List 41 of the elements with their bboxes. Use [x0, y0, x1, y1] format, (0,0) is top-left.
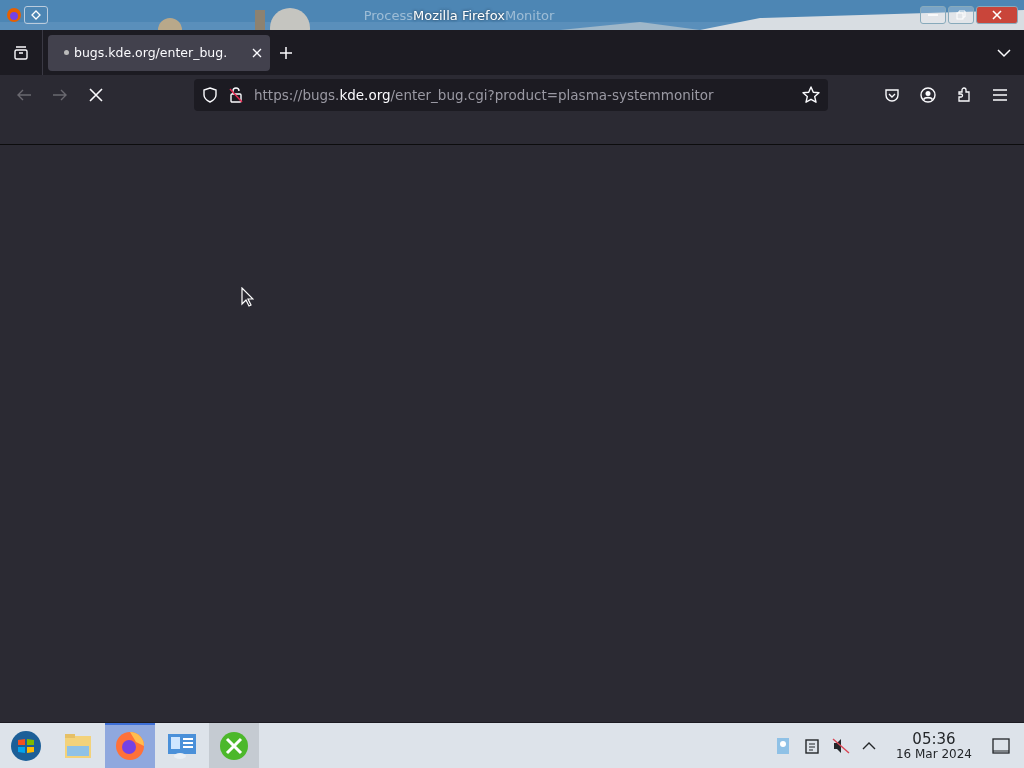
- close-icon: [992, 10, 1002, 20]
- show-desktop-button[interactable]: [992, 737, 1010, 754]
- window-menu-button[interactable]: [24, 6, 48, 24]
- diamond-icon: [31, 10, 41, 20]
- tools-app-button[interactable]: [209, 723, 259, 768]
- account-icon: [920, 87, 936, 103]
- clock-date: 16 Mar 2024: [895, 746, 972, 761]
- puzzle-icon: [956, 87, 972, 103]
- tab-close-button[interactable]: [252, 47, 262, 58]
- shield-icon: [202, 87, 218, 103]
- tray-icon: [13, 44, 29, 61]
- chevron-up-icon[interactable]: [861, 740, 876, 751]
- close-icon: [252, 47, 262, 58]
- windows-logo-icon: [10, 729, 42, 762]
- plus-icon: [279, 45, 293, 60]
- firefox-icon: [6, 7, 22, 23]
- arrow-left-icon: [16, 87, 32, 103]
- browser-button[interactable]: [105, 723, 155, 768]
- arrow-right-icon: [52, 87, 68, 103]
- background-window-title: Monitor: [504, 7, 555, 23]
- url-text: https://bugs.kde.org/enter_bug.cgi?product=plasma-systemmonitor: [254, 87, 715, 103]
- window-title: Mozilla Firefox: [412, 7, 505, 23]
- pocket-icon: [884, 87, 900, 103]
- insecure-lock-icon: [228, 87, 244, 103]
- desktop-icon: [992, 737, 1010, 754]
- tools-icon: [218, 729, 250, 762]
- chevron-down-icon: [997, 47, 1011, 58]
- browser-icon: [114, 729, 146, 762]
- close-button[interactable]: [976, 6, 1018, 24]
- mouse-pointer-icon: [241, 287, 254, 307]
- menu-icon: [992, 87, 1008, 103]
- clock-time: 05:36: [912, 730, 956, 747]
- clipboard-icon[interactable]: [803, 737, 820, 754]
- star-icon[interactable]: [802, 86, 820, 104]
- minimize-icon: [928, 14, 938, 16]
- background-window-title: Process: [363, 7, 413, 23]
- browser-tab[interactable]: bugs.kde.org/enter_bug.: [48, 34, 270, 71]
- address-field[interactable]: https://bugs.kde.org/enter_bug.cgi?product=plasma-systemmonitor: [194, 79, 828, 111]
- maximize-icon: [956, 10, 966, 20]
- close-icon: [89, 88, 103, 102]
- muted-speaker-icon[interactable]: [831, 736, 850, 755]
